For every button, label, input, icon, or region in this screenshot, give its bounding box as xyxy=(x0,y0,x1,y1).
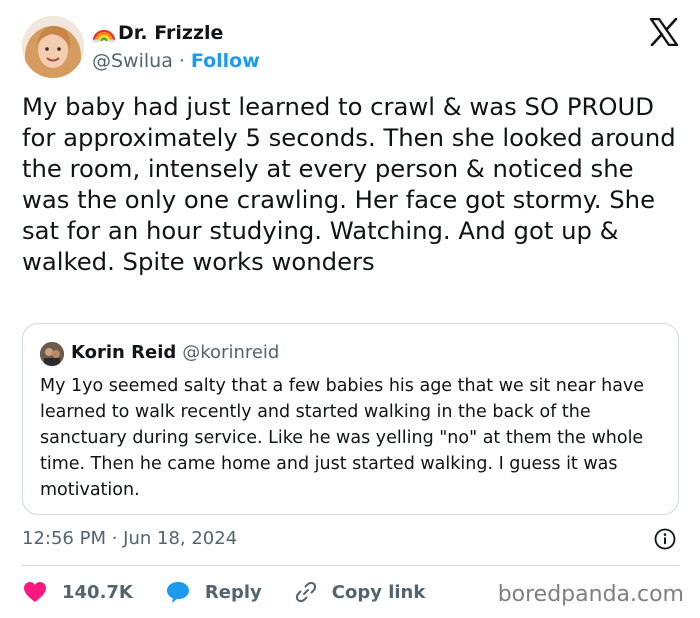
follow-button[interactable]: Follow xyxy=(191,50,260,72)
author-handle[interactable]: @Swilua xyxy=(92,50,173,72)
quoted-display-name[interactable]: Korin Reid xyxy=(71,342,176,363)
quoted-author-row: Korin Reid @korinreid xyxy=(71,342,279,363)
copy-link-label: Copy link xyxy=(331,581,426,603)
action-bar: 140.7K Reply Copy link xyxy=(22,577,425,607)
quoted-tweet-card[interactable]: Korin Reid @korinreid My 1yo seemed salt… xyxy=(22,323,679,515)
author-handle-row: @Swilua · Follow xyxy=(92,50,260,72)
like-button[interactable]: 140.7K xyxy=(22,580,133,604)
link-icon xyxy=(295,581,316,603)
divider xyxy=(22,565,680,566)
handle-separator: · xyxy=(178,50,185,72)
copy-link-button[interactable]: Copy link xyxy=(294,580,426,604)
quoted-author-avatar[interactable] xyxy=(40,342,64,366)
info-icon[interactable] xyxy=(654,528,676,550)
like-count: 140.7K xyxy=(62,581,133,603)
author-name-row[interactable]: Dr. Frizzle xyxy=(92,22,223,44)
author-display-name[interactable]: Dr. Frizzle xyxy=(118,22,223,44)
tweet-timestamp[interactable]: 12:56 PM · Jun 18, 2024 xyxy=(22,528,237,549)
reply-bubble-icon xyxy=(166,582,189,603)
tweet-text: My baby had just learned to crawl & was … xyxy=(22,92,676,276)
quoted-handle[interactable]: @korinreid xyxy=(182,342,279,363)
watermark: boredpanda.com xyxy=(497,582,684,607)
rainbow-icon xyxy=(92,29,116,43)
reply-label: Reply xyxy=(204,581,262,603)
author-avatar[interactable] xyxy=(22,16,84,78)
heart-icon xyxy=(24,582,46,602)
reply-button[interactable]: Reply xyxy=(165,580,262,604)
x-logo-icon[interactable] xyxy=(649,18,679,46)
quoted-tweet-text: My 1yo seemed salty that a few babies hi… xyxy=(40,376,645,500)
tweet-header: Dr. Frizzle @Swilua · Follow xyxy=(22,16,682,80)
